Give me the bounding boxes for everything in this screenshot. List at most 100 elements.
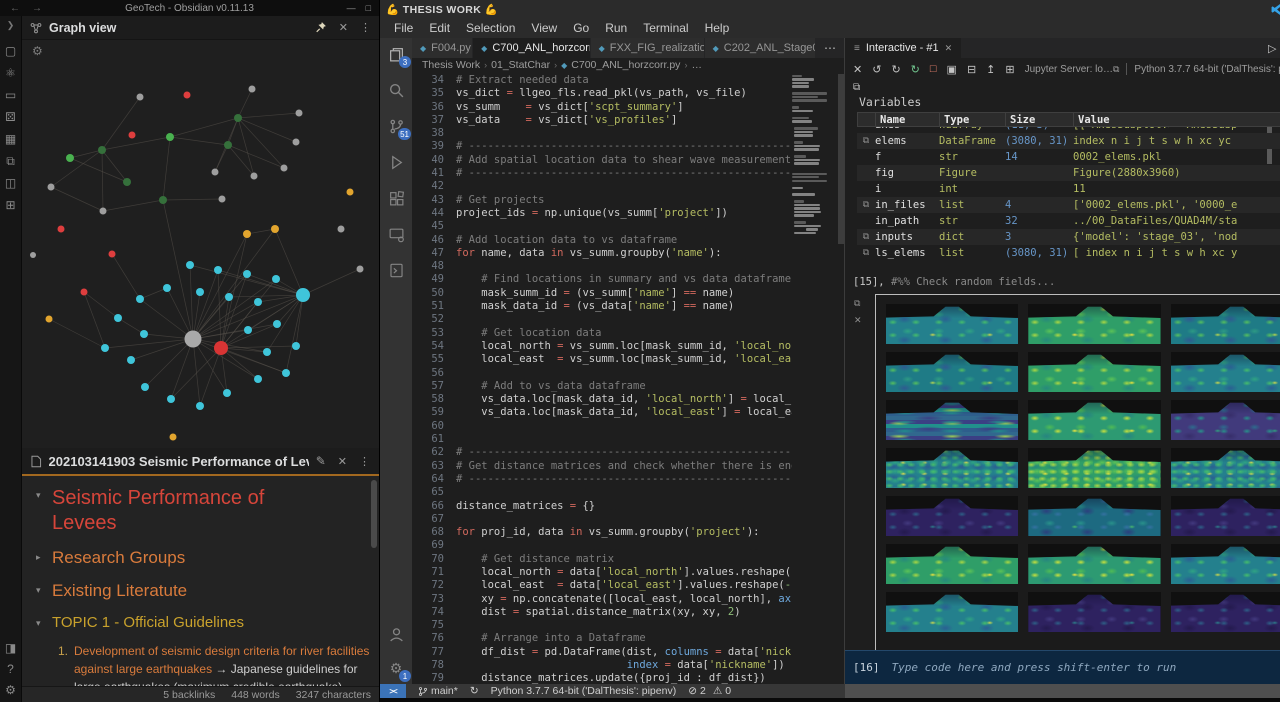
save-icon[interactable]: ⊟ [967, 63, 976, 76]
clear-results-icon[interactable]: ✕ [853, 63, 862, 76]
code-line[interactable]: 73 xy = np.concatenate([local_east, loca… [412, 593, 792, 606]
code-line[interactable]: 50 mask_summ_id = (vs_summ['name'] == na… [412, 287, 792, 300]
code-line[interactable]: 41# ------------------------------------… [412, 167, 792, 180]
daily-note-icon[interactable]: ▦ [5, 133, 16, 145]
menu-edit[interactable]: Edit [421, 21, 458, 35]
graph-node[interactable] [347, 189, 354, 196]
tab-F004.py[interactable]: ◆F004.py● [412, 38, 473, 58]
code-line[interactable]: 35vs_dict = llgeo_fls.read_pkl(vs_path, … [412, 87, 792, 100]
graph-node[interactable] [114, 314, 122, 322]
breadcrumb-item[interactable]: 01_StatChar [491, 59, 550, 71]
accounts-icon[interactable] [385, 624, 407, 644]
code-line[interactable]: 56 [412, 367, 792, 380]
graph-node[interactable] [98, 146, 106, 154]
variable-row[interactable]: ⧉elemsDataFrame(3080, 31)index n i j t s… [857, 133, 1280, 149]
graph-node[interactable] [140, 330, 148, 338]
sync-icon[interactable]: ↻ [470, 685, 479, 697]
graph-node[interactable] [196, 402, 204, 410]
graph-node[interactable] [296, 288, 310, 302]
maximize-icon[interactable]: □ [366, 3, 371, 13]
code-line[interactable]: 47for name, data in vs_summ.groupby('nam… [412, 247, 792, 260]
menu-go[interactable]: Go [565, 21, 597, 35]
code-line[interactable]: 48 [412, 260, 792, 273]
sidebar-expand-icon[interactable]: ❯ [7, 20, 15, 31]
heading-text[interactable]: Research Groups [52, 548, 365, 568]
code-line[interactable]: 79 distance_matrices.update({proj_id : d… [412, 672, 792, 684]
code-line[interactable]: 45 [412, 220, 792, 233]
graph-node[interactable] [137, 94, 144, 101]
minimap[interactable] [792, 75, 836, 239]
settings-gear-icon[interactable]: ⚙ 1 [385, 658, 407, 678]
code-line[interactable]: 39# ------------------------------------… [412, 140, 792, 153]
code-line[interactable]: 52 [412, 313, 792, 326]
menu-selection[interactable]: Selection [458, 21, 523, 35]
column-header-size[interactable]: Size [1006, 113, 1074, 126]
close-icon[interactable]: ✕ [338, 455, 347, 468]
graph-node[interactable] [109, 251, 116, 258]
graph-node[interactable] [184, 92, 191, 99]
code-line[interactable]: 55 local_east = vs_summ.loc[mask_summ_id… [412, 353, 792, 366]
menu-help[interactable]: Help [697, 21, 738, 35]
code-line[interactable]: 58 vs_data.loc[mask_data_id, 'local_nort… [412, 393, 792, 406]
interrupt-kernel-icon[interactable]: □ [930, 63, 937, 75]
graph-node[interactable] [66, 154, 74, 162]
code-line[interactable]: 75 [412, 619, 792, 632]
graph-node[interactable] [357, 266, 364, 273]
code-line[interactable]: 46# Add location data to vs dataframe [412, 234, 792, 247]
graph-node[interactable] [296, 110, 303, 117]
graph-node[interactable] [249, 86, 256, 93]
code-line[interactable]: 43# Get projects [412, 194, 792, 207]
graph-node[interactable] [163, 284, 171, 292]
expand-icon[interactable]: ⧉ [853, 82, 860, 93]
graph-node[interactable] [223, 389, 231, 397]
variable-row[interactable]: fstr140002_elems.pkl [857, 149, 1280, 165]
restart-kernel-icon[interactable]: ↻ [911, 63, 920, 76]
collapse-arrow-icon[interactable]: ▾ [36, 490, 41, 501]
graph-node[interactable] [263, 348, 271, 356]
graph-node[interactable] [212, 169, 219, 176]
matplotlib-figure[interactable] [875, 294, 1280, 650]
column-header-type[interactable]: Type [940, 113, 1006, 126]
graph-node[interactable] [224, 141, 232, 149]
code-line[interactable]: 67 [412, 513, 792, 526]
collapse-arrow-icon[interactable]: ▸ [36, 552, 41, 563]
graph-node[interactable] [243, 230, 251, 238]
menu-run[interactable]: Run [597, 21, 635, 35]
python-interpreter[interactable]: Python 3.7.7 64-bit ('DalThesis': pipenv… [491, 685, 677, 697]
source-control-icon[interactable]: 51 [385, 116, 407, 136]
problems-indicator[interactable]: ⊘2 ⚠0 [688, 685, 731, 697]
variable-row[interactable]: in_pathstr32../00_DataFiles/QUAD4M/sta [857, 213, 1280, 229]
heading-text[interactable]: TOPIC 1 - Official Guidelines [52, 614, 365, 631]
graph-node[interactable] [141, 383, 149, 391]
graph-node[interactable] [273, 320, 281, 328]
interactive-input-cell[interactable]: [16] Type code here and press shift-ente… [845, 650, 1280, 684]
menu-view[interactable]: View [523, 21, 565, 35]
copy-output-icon[interactable]: ⧉ [854, 298, 862, 309]
code-line[interactable]: 63# Get distance matrices and check whet… [412, 460, 792, 473]
graph-node[interactable] [254, 375, 262, 383]
code-line[interactable]: 53 # Get location data [412, 327, 792, 340]
code-line[interactable]: 64# ------------------------------------… [412, 473, 792, 486]
code-line[interactable]: 42 [412, 180, 792, 193]
graph-node[interactable] [129, 132, 136, 139]
help-icon[interactable]: ? [7, 663, 14, 675]
variable-row[interactable]: figFigureFigure(2880x3960) [857, 165, 1280, 181]
code-line[interactable]: 59 vs_data.loc[mask_data_id, 'local_east… [412, 406, 792, 419]
graph-view-icon[interactable]: ⚛ [5, 67, 16, 79]
graph-node[interactable] [185, 331, 202, 348]
graph-node[interactable] [127, 356, 135, 364]
variable-row[interactable]: ⧉inputsdict3{'model': 'stage_03', 'nod [857, 229, 1280, 245]
export-icon[interactable]: ↥ [986, 63, 995, 76]
expand-variable-icon[interactable]: ⧉ [857, 245, 875, 261]
column-header-value[interactable]: Value [1074, 113, 1280, 126]
graph-node[interactable] [30, 252, 36, 258]
variable-explorer-icon[interactable]: ▣ [947, 63, 957, 76]
graph-node[interactable] [282, 369, 290, 377]
graph-node[interactable] [170, 434, 177, 441]
graph-node[interactable] [293, 139, 300, 146]
menu-terminal[interactable]: Terminal [635, 21, 696, 35]
run-all-icon[interactable]: ▷ [1268, 42, 1276, 55]
graph-node[interactable] [338, 226, 345, 233]
graph-node[interactable] [100, 208, 107, 215]
code-line[interactable]: 69 [412, 539, 792, 552]
